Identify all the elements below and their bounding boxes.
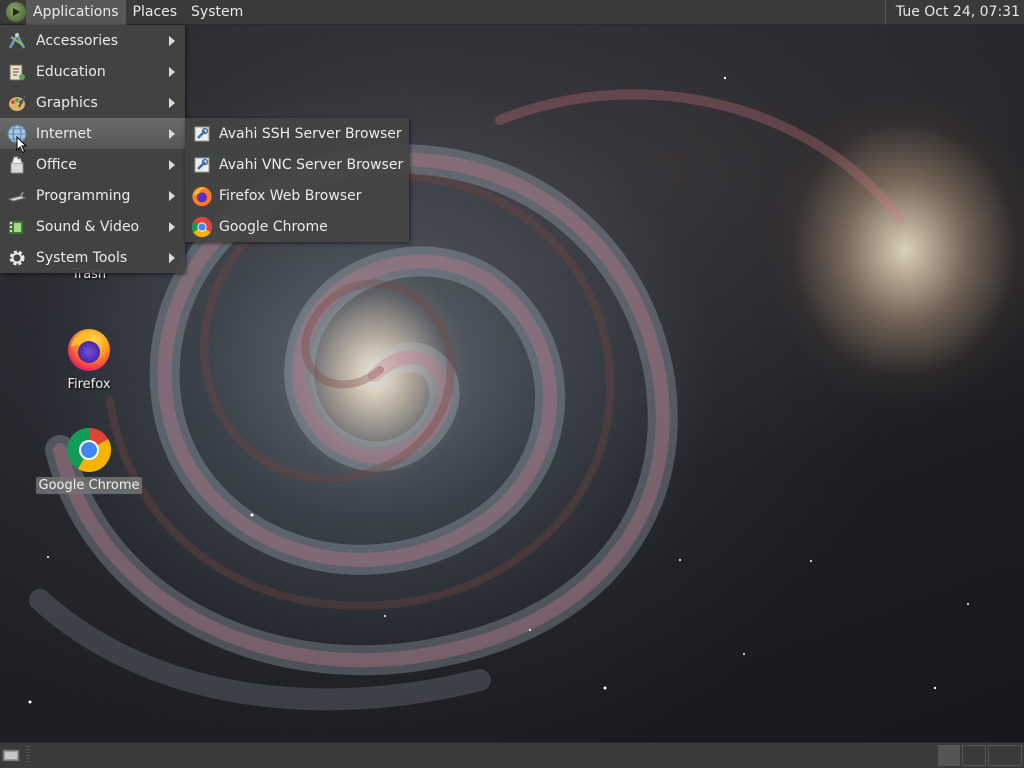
menu-item-programming[interactable]: Programming — [0, 180, 185, 211]
menu-item-label: Accessories — [36, 32, 119, 49]
workspace-1[interactable] — [938, 745, 960, 766]
mate-logo-icon[interactable] — [6, 2, 26, 22]
submenu-item-label: Google Chrome — [219, 218, 328, 235]
education-icon — [6, 61, 28, 83]
menu-item-sound-video[interactable]: Sound & Video — [0, 211, 185, 242]
firefox-icon — [190, 184, 214, 208]
submenu-item-avahi-vnc[interactable]: Avahi VNC Server Browser — [185, 149, 409, 180]
menu-item-education[interactable]: Education — [0, 56, 185, 87]
graphics-icon — [6, 92, 28, 114]
submenu-arrow-icon — [169, 35, 175, 46]
chrome-icon — [190, 215, 214, 239]
applications-menu-button[interactable]: Applications — [26, 0, 126, 25]
panel-grip[interactable] — [26, 746, 30, 764]
menu-item-accessories[interactable]: Accessories — [0, 25, 185, 56]
internet-submenu: Avahi SSH Server Browser Avahi VNC Serve… — [185, 118, 409, 242]
system-menu-button[interactable]: System — [184, 0, 250, 25]
submenu-arrow-icon — [169, 66, 175, 77]
desktop-icon-firefox[interactable]: Firefox — [49, 325, 129, 393]
menu-item-label: Internet — [36, 125, 92, 142]
submenu-item-firefox[interactable]: Firefox Web Browser — [185, 180, 409, 211]
submenu-arrow-icon — [169, 159, 175, 170]
show-desktop-icon[interactable] — [2, 747, 22, 763]
workspace-2[interactable] — [962, 745, 986, 766]
menu-item-label: Office — [36, 156, 77, 173]
desktop-icon-label: Firefox — [67, 377, 111, 392]
submenu-item-label: Avahi SSH Server Browser — [219, 125, 402, 142]
submenu-arrow-icon — [169, 97, 175, 108]
office-icon — [6, 154, 28, 176]
desktop-icon-label: Google Chrome — [35, 477, 143, 494]
submenu-item-google-chrome[interactable]: Google Chrome — [185, 211, 409, 242]
sound-video-icon — [6, 216, 28, 238]
submenu-arrow-icon — [169, 190, 175, 201]
firefox-icon — [68, 329, 110, 371]
menu-item-label: Sound & Video — [36, 218, 140, 235]
submenu-item-label: Firefox Web Browser — [219, 187, 362, 204]
avahi-icon — [190, 153, 214, 177]
bottom-panel — [0, 742, 1024, 768]
menu-item-label: Education — [36, 63, 106, 80]
top-panel: Applications Places System Tue Oct 24, 0… — [0, 0, 1024, 25]
menu-item-graphics[interactable]: Graphics — [0, 87, 185, 118]
accessories-icon — [6, 30, 28, 52]
programming-icon — [6, 185, 28, 207]
menu-item-system-tools[interactable]: System Tools — [0, 242, 185, 273]
clock[interactable]: Tue Oct 24, 07:31 — [884, 0, 1024, 25]
chrome-icon — [67, 428, 111, 472]
submenu-arrow-icon — [169, 252, 175, 263]
submenu-item-label: Avahi VNC Server Browser — [219, 156, 404, 173]
avahi-icon — [190, 122, 214, 146]
submenu-arrow-icon — [169, 128, 175, 139]
system-tools-gear-icon — [6, 247, 28, 269]
menu-item-label: System Tools — [36, 249, 128, 266]
submenu-item-avahi-ssh[interactable]: Avahi SSH Server Browser — [185, 118, 409, 149]
desktop-icon-google-chrome[interactable]: Google Chrome — [34, 426, 144, 494]
menu-item-label: Programming — [36, 187, 131, 204]
menu-item-label: Graphics — [36, 94, 98, 111]
places-menu-button[interactable]: Places — [126, 0, 185, 25]
workspace-3[interactable] — [988, 745, 1022, 766]
mouse-cursor-icon — [16, 136, 28, 154]
submenu-arrow-icon — [169, 221, 175, 232]
